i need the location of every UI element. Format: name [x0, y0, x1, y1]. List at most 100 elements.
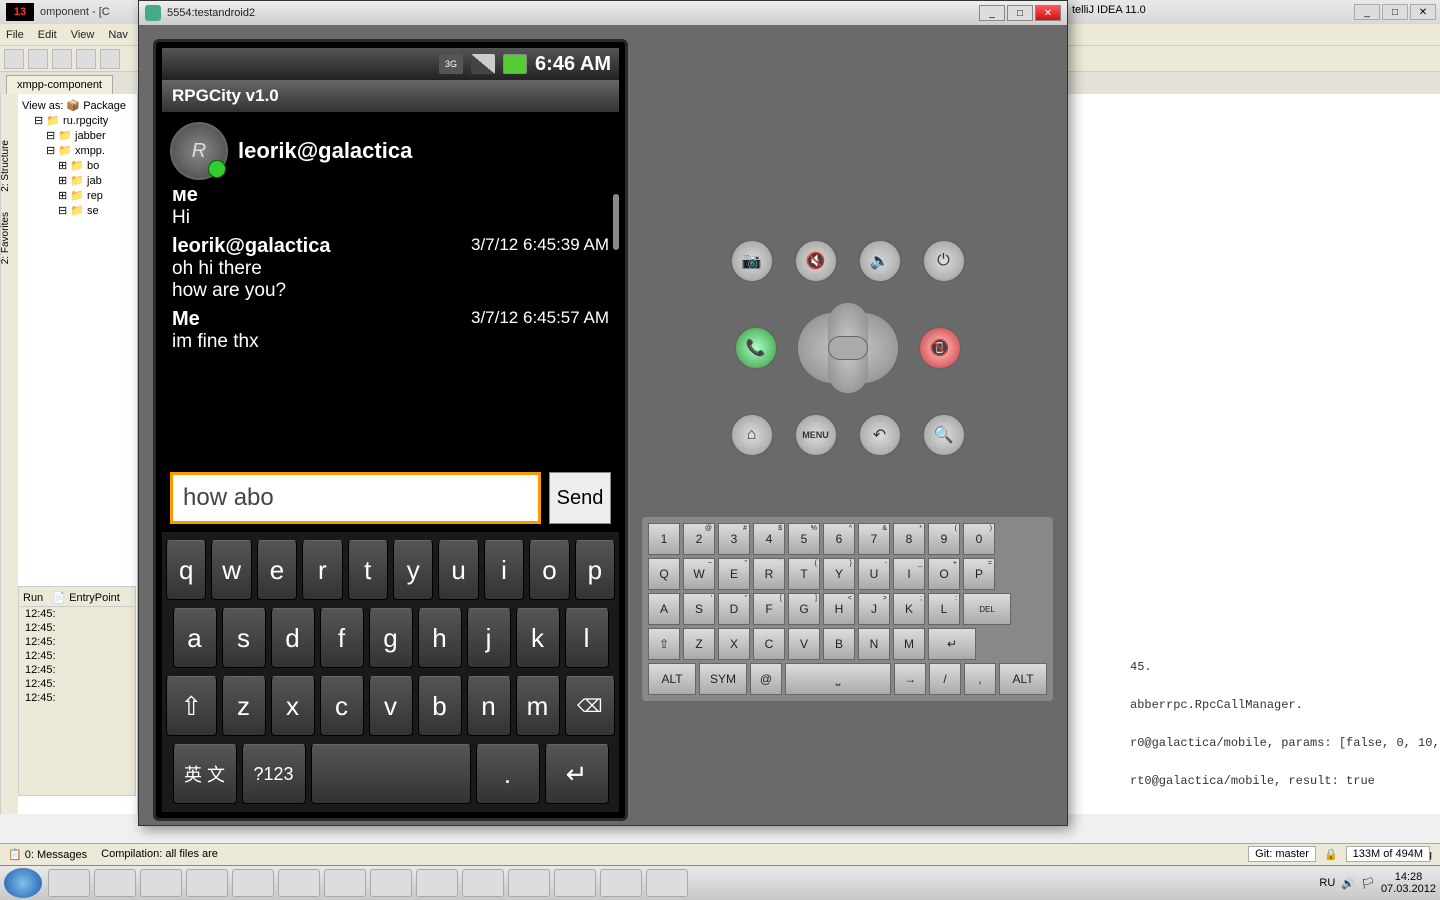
hw-key-A[interactable]: A [648, 593, 680, 625]
taskbar-app[interactable] [600, 869, 642, 897]
soft-key-w[interactable]: w [211, 540, 251, 600]
taskbar-app[interactable] [462, 869, 504, 897]
soft-key-h[interactable]: h [418, 608, 462, 668]
soft-key-i[interactable]: i [484, 540, 524, 600]
hw-key-8[interactable]: 8* [893, 523, 925, 555]
tree-item[interactable]: ⊞ 📁 bo [22, 158, 133, 173]
hw-key-N[interactable]: N [858, 628, 890, 660]
soft-key-d[interactable]: d [271, 608, 315, 668]
hw-key-X[interactable]: X [718, 628, 750, 660]
tree-item[interactable]: ⊟ 📁 jabber [22, 128, 133, 143]
soft-key-?123[interactable]: ?123 [242, 744, 306, 804]
hw-key-U[interactable]: U- [858, 558, 890, 590]
hw-key-1[interactable]: 1 [648, 523, 680, 555]
taskbar-app[interactable] [232, 869, 274, 897]
ide-maximize-button[interactable]: □ [1382, 4, 1408, 20]
soft-key-y[interactable]: y [393, 540, 433, 600]
hw-key-6[interactable]: 6^ [823, 523, 855, 555]
soft-key-s[interactable]: s [222, 608, 266, 668]
ide-minimize-button[interactable]: _ [1354, 4, 1380, 20]
tray-icon[interactable]: 🏳 [1361, 877, 1375, 890]
hw-key-@[interactable]: @ [750, 663, 782, 695]
emulator-maximize-button[interactable]: □ [1007, 5, 1033, 21]
android-status-bar[interactable]: 3G 6:46 AM [162, 48, 619, 80]
taskbar-app[interactable] [140, 869, 182, 897]
hw-key-5[interactable]: 5% [788, 523, 820, 555]
hw-key-ALT[interactable]: ALT [999, 663, 1047, 695]
soft-key-j[interactable]: j [467, 608, 511, 668]
hw-key-O[interactable]: O+ [928, 558, 960, 590]
hw-key-L[interactable]: L: [928, 593, 960, 625]
hw-key-K[interactable]: K; [893, 593, 925, 625]
toolbar-save-icon[interactable] [28, 49, 48, 69]
hw-key-Z[interactable]: Z [683, 628, 715, 660]
dpad[interactable] [798, 313, 898, 383]
menu-view[interactable]: View [71, 29, 95, 41]
taskbar-app[interactable] [370, 869, 412, 897]
soft-key-r[interactable]: r [302, 540, 342, 600]
hw-key-space[interactable]: ⎵ [785, 663, 891, 695]
toolbar-saveall-icon[interactable] [52, 49, 72, 69]
menu-button[interactable]: MENU [794, 413, 838, 457]
hw-key-D[interactable]: D" [718, 593, 750, 625]
emulator-minimize-button[interactable]: _ [979, 5, 1005, 21]
project-tab[interactable]: xmpp-component [6, 75, 113, 94]
hw-key-C[interactable]: C [753, 628, 785, 660]
power-button[interactable]: ⏻ [922, 239, 966, 283]
hw-key-F[interactable]: F[ [753, 593, 785, 625]
tree-item[interactable]: ⊞ 📁 rep [22, 188, 133, 203]
emulator-titlebar[interactable]: 5554:testandroid2 _ □ ✕ [139, 1, 1067, 25]
soft-key-k[interactable]: k [516, 608, 560, 668]
hw-key-arrow[interactable]: → [894, 663, 926, 695]
soft-key-space[interactable] [311, 744, 471, 804]
git-branch[interactable]: Git: master [1248, 846, 1316, 862]
soft-key-x[interactable]: x [271, 676, 315, 736]
hw-key-W[interactable]: W~ [683, 558, 715, 590]
hw-key-J[interactable]: J> [858, 593, 890, 625]
hw-key-S[interactable]: S' [683, 593, 715, 625]
hw-key-T[interactable]: T{ [788, 558, 820, 590]
volume-down-button[interactable]: 🔇 [794, 239, 838, 283]
hw-key-delete[interactable]: DEL [963, 593, 1011, 625]
soft-key-q[interactable]: q [166, 540, 206, 600]
soft-key-z[interactable]: z [222, 676, 266, 736]
hw-key-G[interactable]: G] [788, 593, 820, 625]
soft-key-a[interactable]: a [173, 608, 217, 668]
hw-key-P[interactable]: P= [963, 558, 995, 590]
soft-key-v[interactable]: v [369, 676, 413, 736]
hw-key-9[interactable]: 9( [928, 523, 960, 555]
soft-key-o[interactable]: o [529, 540, 569, 600]
taskbar-app[interactable] [48, 869, 90, 897]
taskbar-app[interactable] [646, 869, 688, 897]
hw-key-2[interactable]: 2@ [683, 523, 715, 555]
start-button[interactable] [4, 868, 42, 898]
search-button[interactable]: 🔍 [922, 413, 966, 457]
hw-key-SYM[interactable]: SYM [699, 663, 747, 695]
hw-key-Q[interactable]: Q [648, 558, 680, 590]
taskbar-app[interactable] [554, 869, 596, 897]
soft-key-f[interactable]: f [320, 608, 364, 668]
taskbar-app[interactable] [278, 869, 320, 897]
camera-button[interactable]: 📷 [730, 239, 774, 283]
hw-key-H[interactable]: H< [823, 593, 855, 625]
taskbar-app[interactable] [186, 869, 228, 897]
hw-key-R[interactable]: R` [753, 558, 785, 590]
hw-key-⇧[interactable]: ⇧ [648, 628, 680, 660]
ide-close-button[interactable]: ✕ [1410, 4, 1436, 20]
soft-key-t[interactable]: t [348, 540, 388, 600]
hw-key-/[interactable]: / [929, 663, 961, 695]
emulator-close-button[interactable]: ✕ [1035, 5, 1061, 21]
tree-item[interactable]: ⊟ 📁 se [22, 203, 133, 218]
end-call-button[interactable]: 📵 [918, 326, 962, 370]
run-tab[interactable]: Run [23, 592, 43, 604]
hw-key-7[interactable]: 7& [858, 523, 890, 555]
tree-item[interactable]: ⊞ 📁 jab [22, 173, 133, 188]
structure-tool-label[interactable]: 2: Structure [0, 140, 11, 192]
message-input[interactable] [170, 472, 541, 524]
hw-key-I[interactable]: I_ [893, 558, 925, 590]
soft-key-u[interactable]: u [438, 540, 478, 600]
soft-key-b[interactable]: b [418, 676, 462, 736]
soft-key-.[interactable]: . [476, 744, 540, 804]
home-button[interactable]: ⌂ [730, 413, 774, 457]
messages-tool-tab[interactable]: 📋 0: Messages [8, 848, 87, 861]
